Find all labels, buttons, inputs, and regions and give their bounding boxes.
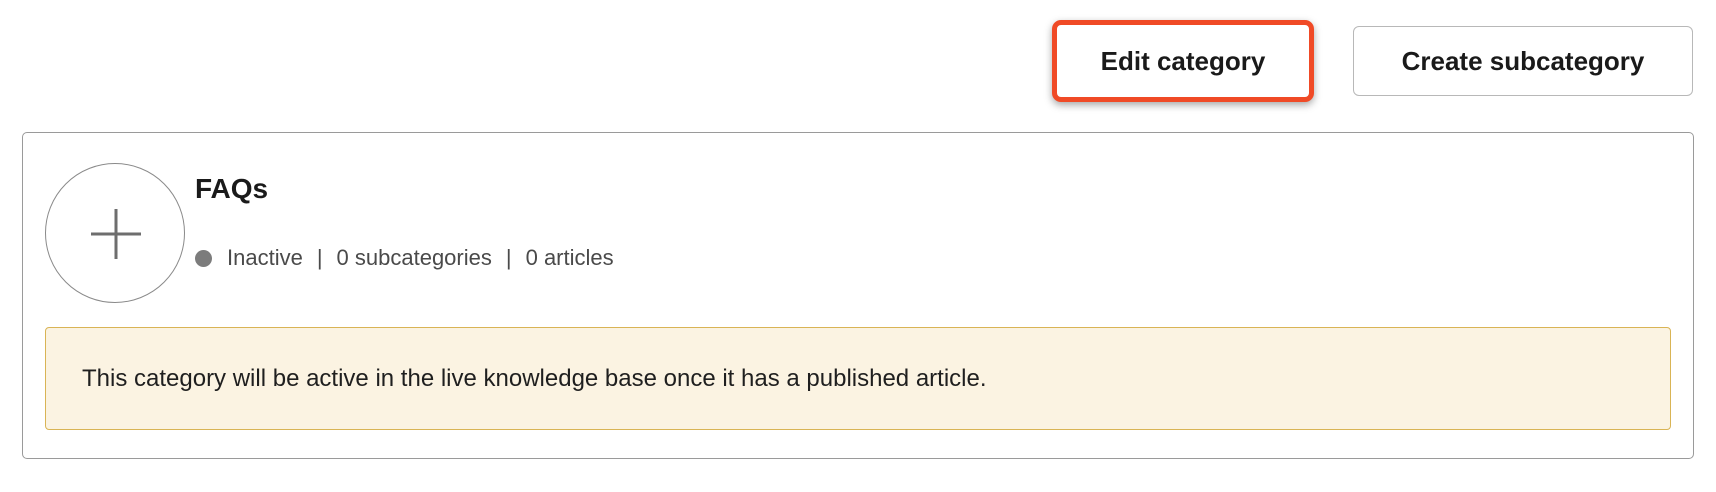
category-title: FAQs — [195, 173, 269, 204]
category-meta: Inactive | 0 subcategories | 0 articles — [195, 245, 614, 271]
edit-category-button[interactable]: Edit category — [1052, 20, 1314, 102]
plus-icon — [91, 209, 141, 259]
separator: | — [505, 245, 512, 270]
notice-text: This category will be active in the live… — [82, 364, 987, 392]
article-count: 0 articles — [525, 245, 614, 270]
category-card: FAQs Inactive | 0 subcategories | 0 arti… — [22, 132, 1694, 459]
category-image-upload[interactable] — [45, 163, 185, 303]
subcategory-count: 0 subcategories — [336, 245, 492, 270]
separator: | — [316, 245, 323, 270]
info-notice: This category will be active in the live… — [45, 327, 1671, 430]
status-dot-icon — [195, 249, 212, 267]
status-label: Inactive — [227, 245, 303, 270]
category-page: Edit category Create subcategory FAQs In… — [0, 0, 1716, 492]
create-subcategory-button[interactable]: Create subcategory — [1353, 26, 1693, 96]
